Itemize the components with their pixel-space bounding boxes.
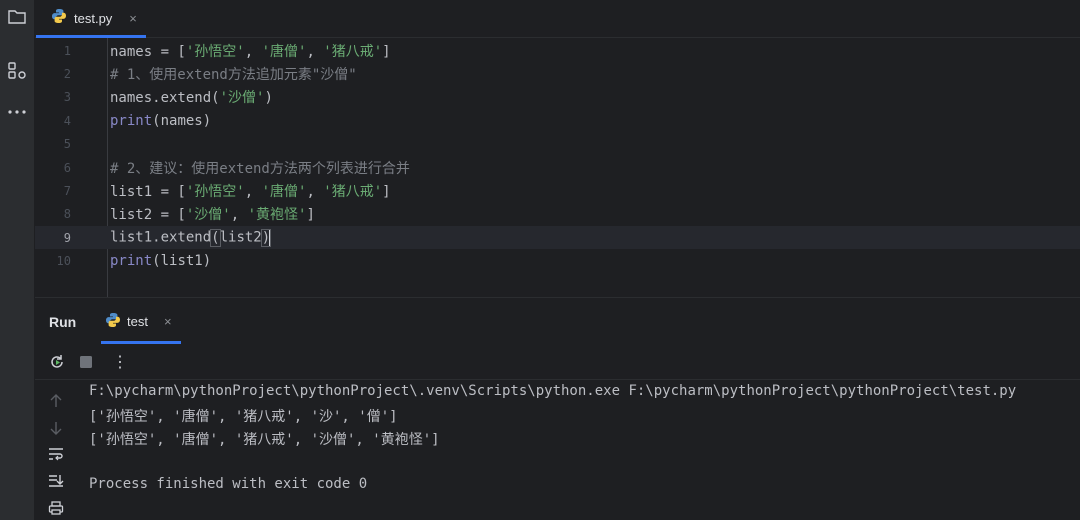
line-number: 3 [63, 90, 71, 105]
code-line[interactable]: 4 print(names) [35, 109, 1080, 132]
code-token: '黄袍怪' [247, 207, 307, 224]
scroll-to-end-icon[interactable] [45, 470, 67, 492]
line-code: names = ['孙悟空', '唐僧', '猪八戒'] [110, 41, 391, 61]
stop-icon[interactable] [75, 351, 97, 373]
console-output[interactable]: F:\pycharm\pythonProject\pythonProject\.… [89, 380, 1080, 520]
run-title: Run [49, 314, 77, 330]
code-token: , [230, 207, 248, 224]
line-number: 2 [63, 66, 71, 81]
code-token: ] [306, 207, 315, 224]
run-tab-test[interactable]: test × [105, 312, 172, 331]
code-token: ( [210, 228, 221, 247]
folder-icon[interactable] [5, 5, 29, 29]
code-line[interactable]: 3 names.extend('沙僧') [35, 86, 1080, 109]
line-number: 8 [63, 207, 71, 222]
code-line[interactable]: 9 list1.extend(list2) [35, 226, 1080, 250]
line-code: list1.extend(list2) [110, 228, 272, 247]
code-token: # 2、建议：使用extend方法两个列表进行合并 [110, 160, 410, 177]
code-token: # 1、使用extend方法追加元素"沙僧" [110, 66, 357, 83]
line-code: list2 = ['沙僧', '黄袍怪'] [110, 204, 315, 224]
code-token: (list1) [152, 253, 212, 270]
code-token: print [110, 112, 153, 129]
code-line[interactable]: 8 list2 = ['沙僧', '黄袍怪'] [35, 203, 1080, 226]
structure-icon[interactable] [5, 58, 29, 82]
run-panel: Run test × ⋮ F:\pycharm\pythonProject\py… [35, 297, 1080, 520]
run-toolbar: ⋮ [35, 345, 1080, 380]
code-token: ] [382, 43, 391, 60]
more-options-icon[interactable]: ⋮ [109, 351, 131, 373]
line-number: 9 [63, 230, 71, 245]
code-token: '猪八戒' [323, 43, 383, 60]
line-code: # 1、使用extend方法追加元素"沙僧" [110, 64, 357, 84]
code-token: '唐僧' [261, 43, 307, 60]
line-number: 10 [56, 254, 71, 269]
arrow-down-icon[interactable] [45, 417, 67, 439]
code-token: list1.extend [110, 229, 212, 246]
python-run-icon [105, 312, 121, 331]
line-number: 4 [63, 113, 71, 128]
line-number: 5 [63, 137, 71, 152]
soft-wrap-icon[interactable] [45, 443, 67, 465]
line-code: names.extend('沙僧') [110, 87, 273, 107]
code-token: '唐僧' [261, 183, 307, 200]
code-token: , [306, 43, 324, 60]
code-line[interactable]: 7 list1 = ['孙悟空', '唐僧', '猪八戒'] [35, 179, 1080, 202]
line-code: list1 = ['孙悟空', '唐僧', '猪八戒'] [110, 181, 391, 201]
code-token: ] [382, 183, 391, 200]
console-line: F:\pycharm\pythonProject\pythonProject\.… [89, 383, 1017, 399]
editor-tab-test-py[interactable]: test.py × [37, 0, 143, 37]
code-token: names.extend( [110, 90, 220, 107]
code-token: print [110, 253, 153, 270]
console-line: ['孙悟空', '唐僧', '猪八戒', '沙僧', '黄袍怪'] [89, 432, 440, 448]
code-line[interactable]: 5 [35, 133, 1080, 156]
code-token: '沙僧' [219, 90, 265, 107]
editor-tab-bar: test.py × [35, 0, 1080, 38]
text-caret [269, 229, 272, 247]
line-code: print(list1) [110, 253, 211, 269]
code-token: '猪八戒' [323, 183, 383, 200]
print-icon[interactable] [45, 497, 67, 519]
code-line[interactable]: 1 names = ['孙悟空', '唐僧', '猪八戒'] [35, 39, 1080, 62]
arrow-up-icon[interactable] [45, 390, 67, 412]
line-code: # 2、建议：使用extend方法两个列表进行合并 [110, 158, 410, 178]
code-token: names = [ [110, 43, 186, 60]
code-editor[interactable]: 1 names = ['孙悟空', '唐僧', '猪八戒'] 2 # 1、使用exte… [35, 38, 1080, 297]
more-icon[interactable] [5, 100, 29, 124]
code-token: list2 = [ [110, 207, 186, 224]
run-tab-indicator [101, 341, 181, 344]
code-token: , [244, 183, 262, 200]
code-token: (names) [152, 112, 212, 129]
console-side-toolbar [35, 380, 77, 520]
line-number: 7 [63, 183, 71, 198]
line-number: 1 [63, 43, 71, 58]
code-token: , [244, 43, 262, 60]
code-line[interactable]: 6 # 2、建议：使用extend方法两个列表进行合并 [35, 156, 1080, 179]
line-number: 6 [63, 160, 71, 175]
code-token: list2 [219, 229, 262, 246]
run-tab-label: test [127, 314, 148, 329]
code-token: '沙僧' [185, 207, 231, 224]
code-line[interactable]: 2 # 1、使用extend方法追加元素"沙僧" [35, 62, 1080, 85]
code-token: list1 = [ [110, 183, 186, 200]
code-token: '孙悟空' [185, 43, 245, 60]
code-line[interactable]: 10 print(list1) [35, 250, 1080, 273]
run-header: Run test × [35, 298, 1080, 344]
code-token: ) [264, 90, 273, 107]
line-code: print(names) [110, 113, 211, 129]
console-line: Process finished with exit code 0 [89, 476, 368, 492]
close-run-tab-icon[interactable]: × [164, 314, 172, 329]
code-token: '孙悟空' [185, 183, 245, 200]
tab-label: test.py [74, 11, 113, 26]
console-line: ['孙悟空', '唐僧', '猪八戒', '沙', '僧'] [89, 409, 398, 425]
code-token: , [306, 183, 324, 200]
rerun-icon[interactable] [46, 351, 68, 373]
python-file-icon [51, 8, 67, 29]
close-tab-icon[interactable]: × [129, 11, 137, 26]
tool-strip [0, 0, 35, 520]
